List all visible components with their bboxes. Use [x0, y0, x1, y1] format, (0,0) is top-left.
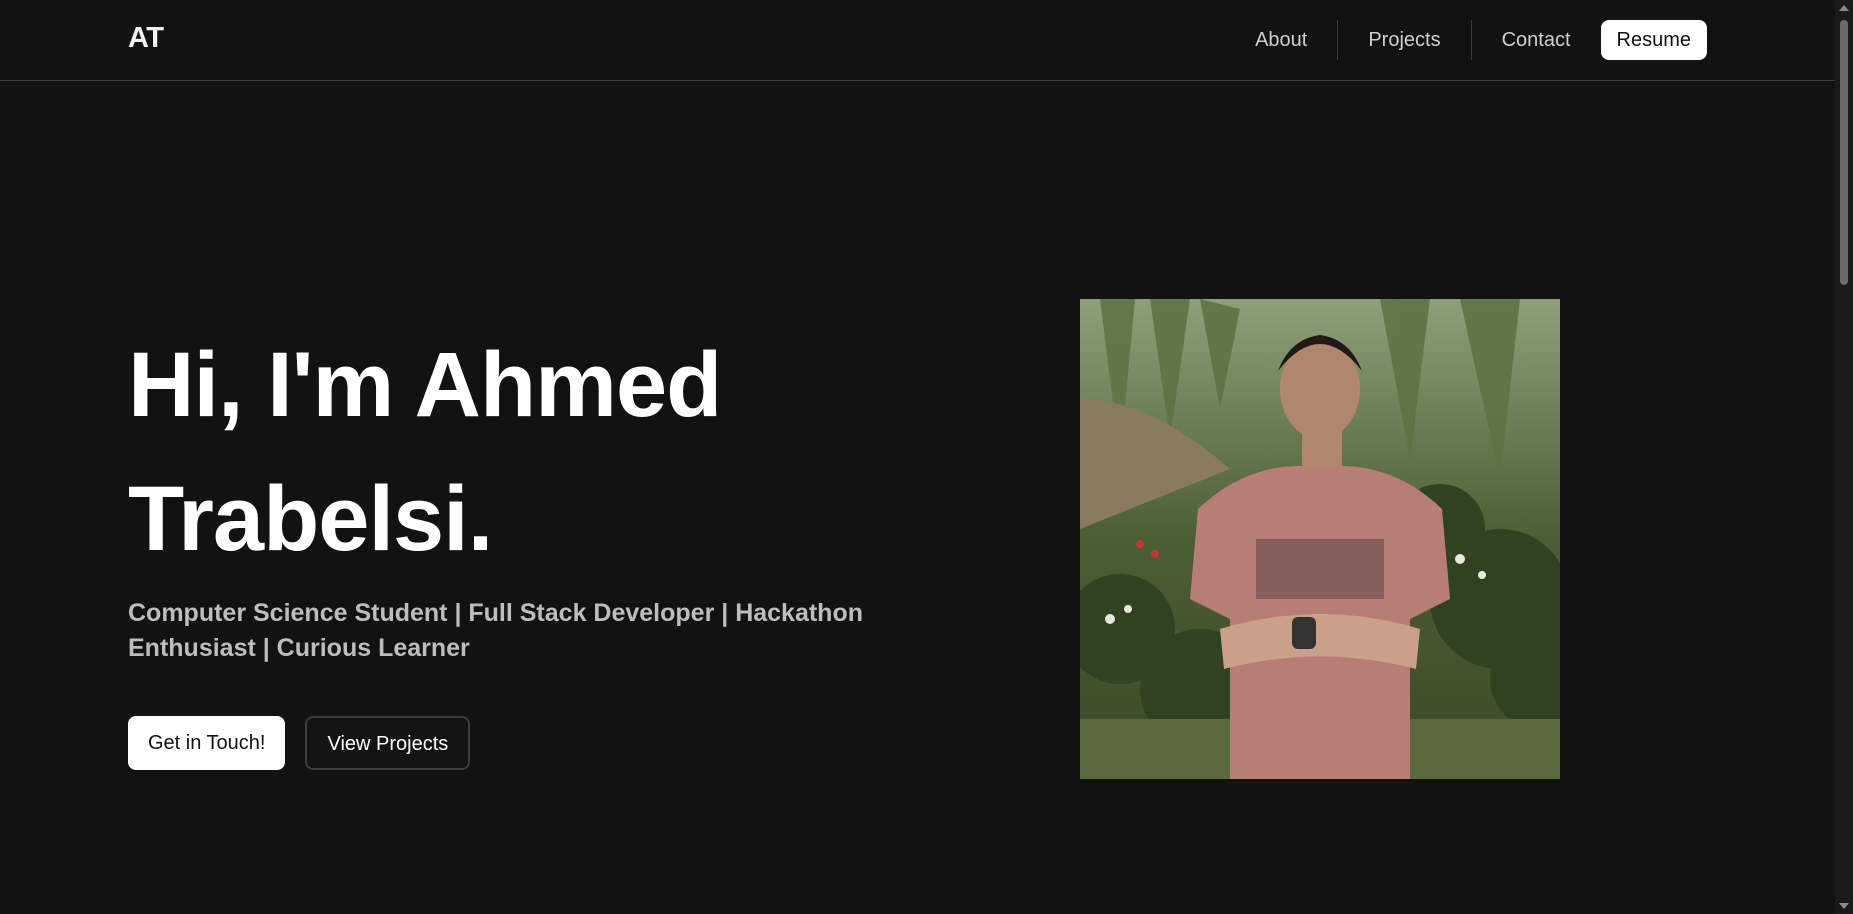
- site-header: AT About Projects Contact Resume: [0, 0, 1835, 81]
- nav-link-about[interactable]: About: [1225, 20, 1337, 60]
- hero-title: Hi, I'm Ahmed Trabelsi.: [128, 318, 928, 586]
- profile-photo: [1080, 299, 1560, 779]
- hero-subtitle: Computer Science Student | Full Stack De…: [128, 599, 863, 662]
- scroll-down-icon[interactable]: [1839, 903, 1849, 909]
- view-projects-button[interactable]: View Projects: [305, 716, 471, 770]
- nav-link-contact[interactable]: Contact: [1472, 20, 1601, 60]
- scroll-up-icon[interactable]: [1839, 5, 1849, 11]
- page-scrollbar[interactable]: [1835, 0, 1853, 914]
- hero-actions: Get in Touch! View Projects: [128, 716, 471, 770]
- hero-title-line-2: Trabelsi.: [128, 468, 493, 570]
- hero-title-line-1: Hi, I'm Ahmed: [128, 334, 722, 436]
- get-in-touch-button[interactable]: Get in Touch!: [128, 716, 286, 770]
- main-nav: About Projects Contact Resume: [1225, 20, 1707, 60]
- nav-link-projects[interactable]: Projects: [1338, 20, 1470, 60]
- scroll-thumb[interactable]: [1840, 20, 1848, 285]
- page: AT About Projects Contact Resume Hi, I'm…: [0, 0, 1853, 914]
- profile-photo-illustration: [1080, 299, 1560, 779]
- resume-button[interactable]: Resume: [1600, 20, 1707, 60]
- site-logo[interactable]: AT: [128, 22, 164, 55]
